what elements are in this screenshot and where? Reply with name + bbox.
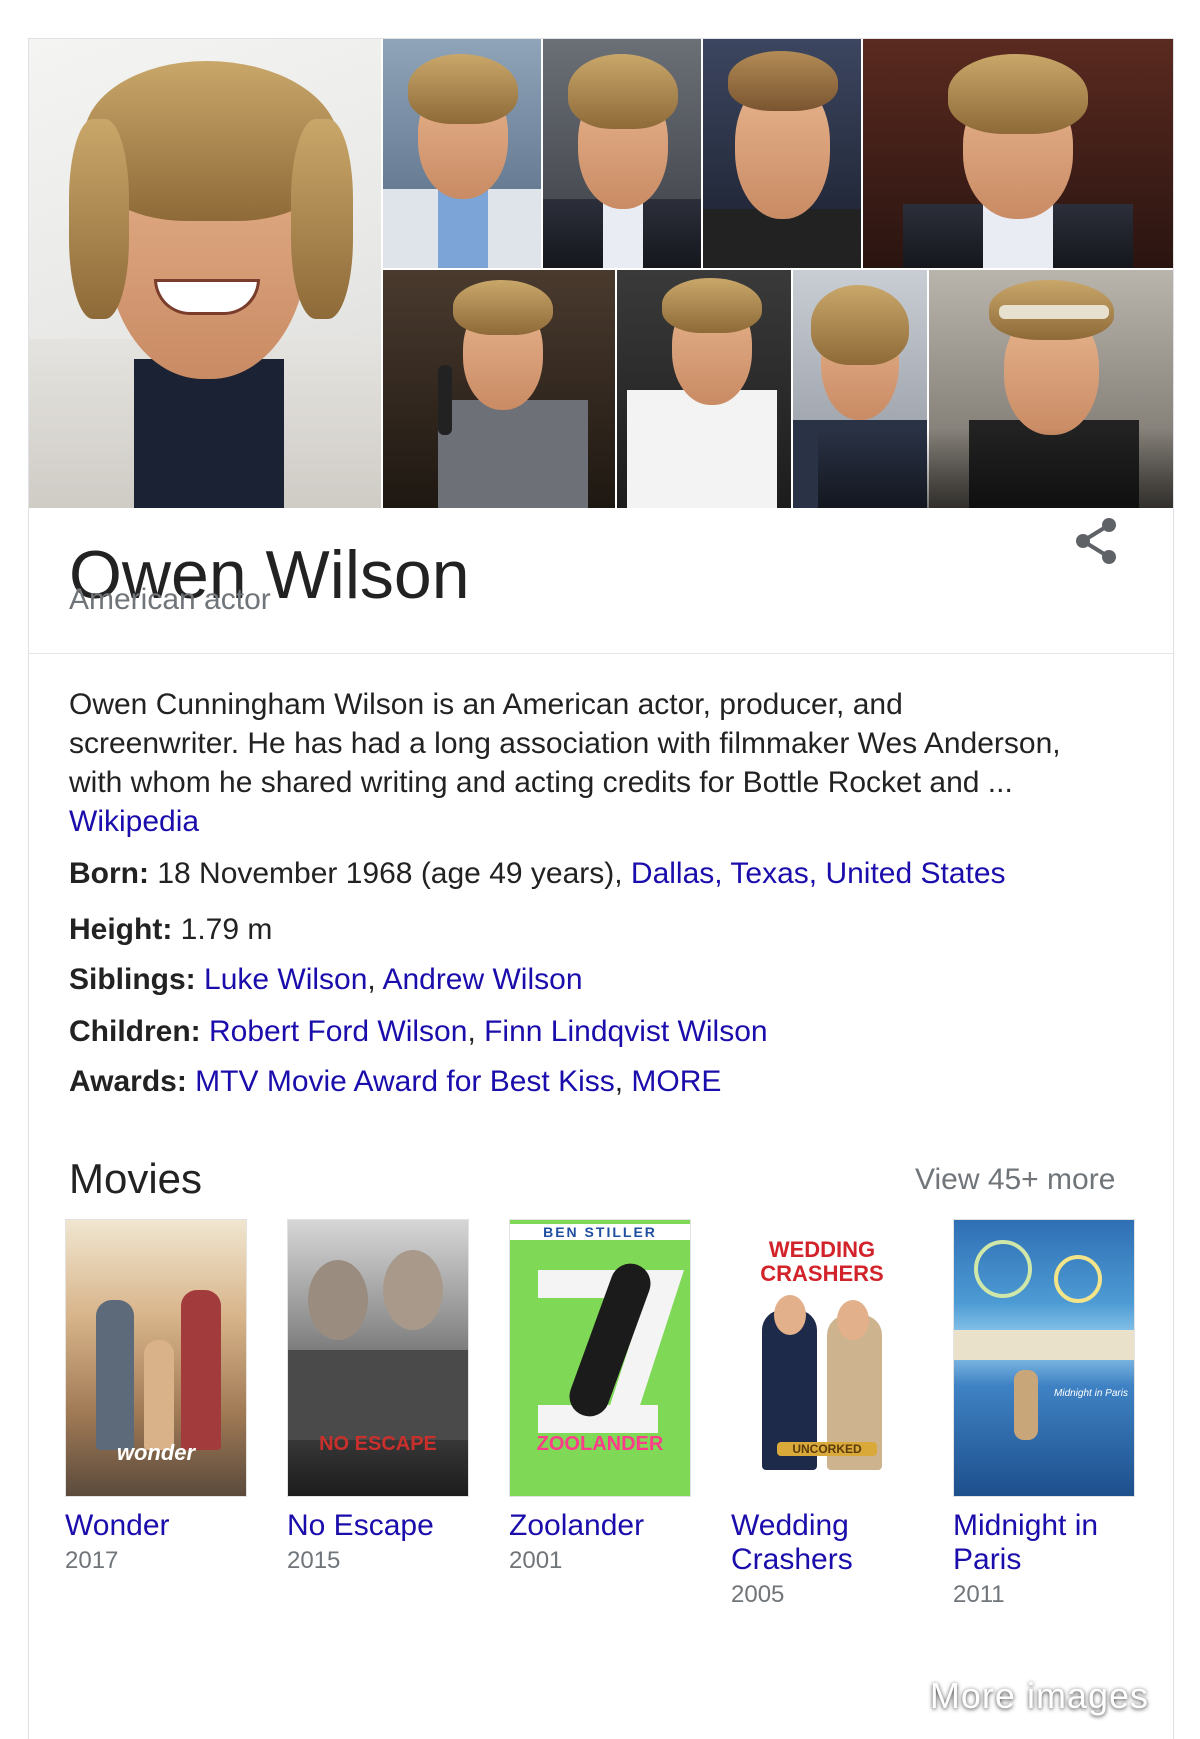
gallery-image-3[interactable] xyxy=(703,39,861,268)
fact-label: Siblings: xyxy=(69,963,196,996)
movie-poster[interactable]: NO ESCAPE xyxy=(287,1219,469,1497)
movie-year: 2017 xyxy=(65,1547,119,1574)
more-images-link[interactable]: More images xyxy=(930,1675,1149,1717)
wikipedia-link[interactable]: Wikipedia xyxy=(69,805,199,838)
fact-label: Height: xyxy=(69,913,173,946)
movie-title[interactable]: Zoolander xyxy=(509,1509,699,1543)
movie-poster[interactable]: WEDDING CRASHERS UNCORKED xyxy=(731,1219,913,1497)
fact-awards: Awards: MTV Movie Award for Best Kiss, M… xyxy=(69,1063,1129,1119)
separator: , xyxy=(367,963,383,996)
movie-poster[interactable]: BEN STILLER ZOOLANDER xyxy=(509,1219,691,1497)
movie-card[interactable]: Midnight in Paris Midnight in Paris 2011 xyxy=(953,1219,1143,1609)
movie-title[interactable]: No Escape xyxy=(287,1509,477,1543)
movie-year: 2005 xyxy=(731,1581,785,1608)
movie-year: 2011 xyxy=(953,1581,1005,1608)
poster-top-title: BEN STILLER xyxy=(510,1224,690,1240)
separator: , xyxy=(614,1065,632,1098)
poster-title: NO ESCAPE xyxy=(319,1433,437,1455)
fact-born: Born: 18 November 1968 (age 49 years), D… xyxy=(69,855,1129,911)
movie-title[interactable]: Wedding Crashers xyxy=(731,1509,881,1577)
movie-card[interactable]: wonder Wonder 2017 xyxy=(65,1219,255,1575)
poster-title: ZOOLANDER xyxy=(536,1433,664,1455)
fact-siblings: Siblings: Luke Wilson, Andrew Wilson xyxy=(69,961,1129,1013)
description: Owen Cunningham Wilson is an American ac… xyxy=(69,685,1069,841)
award-link[interactable]: MTV Movie Award for Best Kiss xyxy=(195,1065,615,1098)
fact-height: Height: 1.79 m xyxy=(69,911,1129,961)
child-link[interactable]: Robert Ford Wilson xyxy=(209,1015,467,1048)
description-text: Owen Cunningham Wilson is an American ac… xyxy=(69,688,1061,799)
birthplace-link[interactable]: Dallas, Texas, United States xyxy=(631,857,1006,890)
gallery-image-4[interactable] xyxy=(863,39,1173,268)
section-divider xyxy=(29,653,1173,654)
fact-value: 1.79 m xyxy=(172,913,273,946)
movie-poster[interactable]: Midnight in Paris xyxy=(953,1219,1135,1497)
movie-year: 2015 xyxy=(287,1547,341,1574)
share-icon xyxy=(1076,518,1116,564)
movie-title[interactable]: Wonder xyxy=(65,1509,255,1543)
poster-title: wonder xyxy=(116,1440,196,1465)
view-more-movies-link[interactable]: View 45+ more xyxy=(915,1163,1115,1197)
movie-card[interactable]: WEDDING CRASHERS UNCORKED Wedding Crashe… xyxy=(731,1219,921,1609)
fact-value: 18 November 1968 (age 49 years), xyxy=(148,857,631,890)
gallery-image-1[interactable] xyxy=(383,39,541,268)
awards-more-link[interactable]: MORE xyxy=(631,1065,721,1098)
movie-card[interactable]: BEN STILLER ZOOLANDER Zoolander 2001 xyxy=(509,1219,699,1575)
main-photo[interactable] xyxy=(29,39,381,508)
gallery-image-6[interactable] xyxy=(617,270,791,508)
gallery-image-2[interactable] xyxy=(543,39,701,268)
movie-title[interactable]: Midnight in Paris xyxy=(953,1509,1123,1577)
knowledge-panel: More images Owen Wilson American actor O… xyxy=(28,38,1174,1739)
fact-label: Awards: xyxy=(69,1065,187,1098)
separator: , xyxy=(467,1015,485,1048)
child-link[interactable]: Finn Lindqvist Wilson xyxy=(484,1015,767,1048)
sibling-link[interactable]: Luke Wilson xyxy=(204,963,367,996)
fact-label: Children: xyxy=(69,1015,201,1048)
share-button[interactable] xyxy=(1069,513,1125,569)
poster-badge: UNCORKED xyxy=(777,1442,877,1456)
fact-children: Children: Robert Ford Wilson, Finn Lindq… xyxy=(69,1013,1129,1063)
fact-label: Born: xyxy=(69,857,149,890)
movie-year: 2001 xyxy=(509,1547,563,1574)
entity-subtitle: American actor xyxy=(69,583,271,616)
sibling-link[interactable]: Andrew Wilson xyxy=(382,963,582,996)
movie-card[interactable]: NO ESCAPE No Escape 2015 xyxy=(287,1219,477,1575)
more-images-overlay xyxy=(818,428,1173,508)
movies-heading: Movies xyxy=(69,1155,203,1202)
poster-title: WEDDING CRASHERS xyxy=(760,1237,884,1286)
movie-poster[interactable]: wonder xyxy=(65,1219,247,1497)
poster-title: Midnight in Paris xyxy=(1054,1388,1128,1399)
facts-list: Born: 18 November 1968 (age 49 years), D… xyxy=(69,855,1129,1119)
gallery-image-5[interactable] xyxy=(383,270,615,508)
